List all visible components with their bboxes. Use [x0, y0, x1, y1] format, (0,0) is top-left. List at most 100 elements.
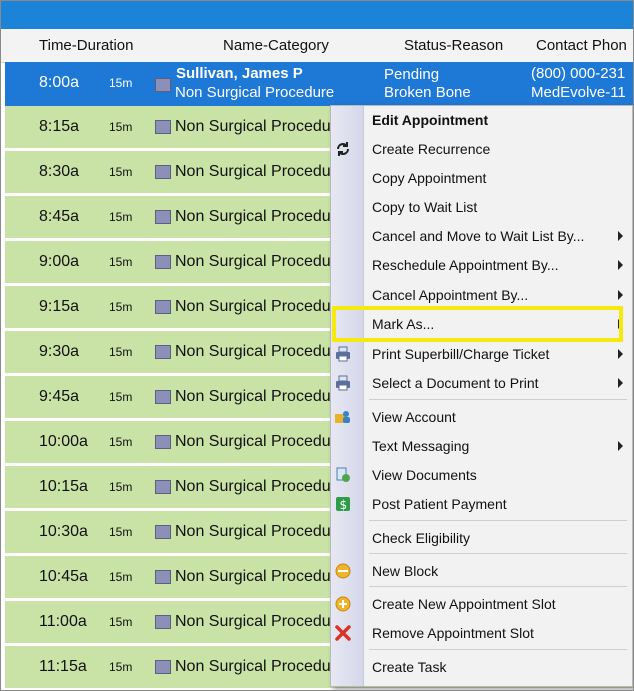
submenu-arrow-icon	[618, 378, 623, 388]
contact-phone: (800) 000-231	[531, 65, 626, 82]
submenu-arrow-icon	[618, 349, 623, 359]
scheduler-window: Time-Duration Name-Category Status-Reaso…	[0, 0, 634, 691]
appointment-time: 11:15a	[39, 658, 87, 675]
menu-item-cancel-and-move-to-wait-list-by[interactable]: Cancel and Move to Wait List By...	[331, 222, 632, 251]
menu-item-label: Cancel and Move to Wait List By...	[372, 228, 585, 244]
appointment-time: 8:45a	[39, 208, 80, 225]
context-menu: Edit Appointment Create Recurrence Copy Ap…	[330, 105, 633, 687]
appointment-duration: 15m	[109, 525, 133, 539]
menu-item-label: Cancel Appointment By...	[372, 287, 529, 303]
appointment-type-swatch-icon	[155, 435, 171, 449]
appointment-category: Non Surgical Procedu	[175, 118, 331, 135]
menu-item-label: Copy Appointment	[372, 170, 487, 186]
recurrence-icon	[334, 140, 352, 158]
block-icon	[334, 562, 352, 580]
appointment-category: Non Surgical Procedu	[175, 388, 331, 405]
column-header-contact-phone[interactable]: Contact Phon	[536, 37, 627, 54]
appointment-type-swatch-icon	[155, 165, 171, 179]
appointment-category: Non Surgical Procedure	[175, 84, 335, 101]
column-header-time-duration[interactable]: Time-Duration	[39, 37, 133, 54]
appointment-time: 8:30a	[39, 163, 80, 180]
menu-item-label: Post Patient Payment	[372, 496, 507, 512]
menu-item-label: View Account	[372, 409, 456, 425]
appointment-type-swatch-icon	[155, 300, 171, 314]
account-icon	[334, 408, 352, 426]
slot-icon	[334, 595, 352, 613]
menu-item-label: Text Messaging	[372, 438, 470, 454]
submenu-arrow-icon	[618, 260, 623, 270]
appointment-category: Non Surgical Procedu	[175, 658, 331, 675]
appointment-time: 9:30a	[39, 343, 80, 360]
appointment-time: 10:15a	[39, 478, 88, 495]
patient-name: Sullivan, James P	[176, 65, 303, 82]
menu-item-label: Select a Document to Print	[372, 375, 539, 391]
appointment-category: Non Surgical Procedu	[175, 568, 331, 585]
appointment-duration: 15m	[109, 255, 133, 269]
menu-item-label: Create New Appointment Slot	[372, 596, 556, 612]
menu-item-new-block[interactable]: New Block	[331, 557, 632, 586]
menu-separator	[369, 586, 627, 587]
appointment-type-swatch-icon	[155, 390, 171, 404]
appointment-row-selected[interactable]: 8:00a 15m Sullivan, James P Non Surgical…	[5, 62, 633, 107]
appointment-time: 10:45a	[39, 568, 88, 585]
appointment-category: Non Surgical Procedu	[175, 478, 331, 495]
menu-item-create-recurrence[interactable]: Create Recurrence	[331, 135, 632, 164]
menu-item-select-a-document-to-print[interactable]: Select a Document to Print	[331, 369, 632, 398]
menu-item-label: Check Eligibility	[372, 530, 471, 546]
menu-item-label: View Documents	[372, 467, 477, 483]
menu-item-post-patient-payment[interactable]: $ Post Patient Payment	[331, 490, 632, 519]
menu-item-copy-to-wait-list[interactable]: Copy to Wait List	[331, 193, 632, 222]
appointment-duration: 15m	[109, 76, 133, 90]
menu-item-label: Create Task	[372, 659, 447, 675]
appointment-time: 8:15a	[39, 118, 80, 135]
menu-separator	[369, 520, 627, 521]
menu-item-print-superbill-charge-ticket[interactable]: Print Superbill/Charge Ticket	[331, 340, 632, 369]
appointment-type-swatch-icon	[155, 525, 171, 539]
menu-separator	[369, 649, 627, 650]
appointment-type-swatch-icon	[155, 120, 171, 134]
menu-item-create-new-appointment-slot[interactable]: Create New Appointment Slot	[331, 590, 632, 619]
submenu-arrow-icon	[618, 290, 623, 300]
documents-icon	[334, 466, 352, 484]
mark-as-highlight-box	[332, 306, 623, 342]
menu-item-edit-appointment[interactable]: Edit Appointment	[331, 106, 632, 135]
appointment-category: Non Surgical Procedu	[175, 253, 331, 270]
appointment-duration: 15m	[109, 435, 133, 449]
column-header-status-reason[interactable]: Status-Reason	[404, 37, 503, 54]
menu-item-label: Reschedule Appointment By...	[372, 257, 559, 273]
appointment-duration: 15m	[109, 480, 133, 494]
appointment-type-swatch-icon	[155, 660, 171, 674]
appointment-duration: 15m	[109, 300, 133, 314]
column-header-name-category[interactable]: Name-Category	[223, 37, 329, 54]
appointment-type-swatch-icon	[155, 345, 171, 359]
menu-item-view-account[interactable]: View Account	[331, 403, 632, 432]
appointment-time: 11:00a	[39, 613, 87, 630]
appointment-category: Non Surgical Procedu	[175, 343, 331, 360]
menu-item-label: Print Superbill/Charge Ticket	[372, 346, 550, 362]
appointment-time: 9:00a	[39, 253, 80, 270]
menu-item-remove-appointment-slot[interactable]: Remove Appointment Slot	[331, 619, 632, 648]
menu-item-reschedule-appointment-by[interactable]: Reschedule Appointment By...	[331, 251, 632, 280]
menu-item-check-eligibility[interactable]: Check Eligibility	[331, 524, 632, 553]
menu-item-view-documents[interactable]: View Documents	[331, 461, 632, 490]
payment-icon: $	[334, 495, 352, 513]
appointment-category: Non Surgical Procedu	[175, 613, 331, 630]
appointment-duration: 15m	[109, 165, 133, 179]
menu-item-label: Create Recurrence	[372, 141, 491, 157]
appointment-time: 10:00a	[39, 433, 88, 450]
menu-item-copy-appointment[interactable]: Copy Appointment	[331, 164, 632, 193]
submenu-arrow-icon	[618, 441, 623, 451]
appointment-type-swatch-icon	[155, 570, 171, 584]
appointment-type-swatch-icon	[155, 210, 171, 224]
appointment-type-swatch-icon	[155, 615, 171, 629]
menu-item-label: Remove Appointment Slot	[372, 625, 534, 641]
appointment-category: Non Surgical Procedu	[175, 523, 331, 540]
appointment-duration: 15m	[109, 390, 133, 404]
appointment-time: 9:15a	[39, 298, 80, 315]
menu-item-create-task[interactable]: Create Task	[331, 653, 632, 682]
menu-item-text-messaging[interactable]: Text Messaging	[331, 432, 632, 461]
appointment-category: Non Surgical Procedu	[175, 433, 331, 450]
appointment-time: 8:00a	[39, 74, 80, 91]
appointment-duration: 15m	[109, 345, 133, 359]
appointment-duration: 15m	[109, 660, 133, 674]
